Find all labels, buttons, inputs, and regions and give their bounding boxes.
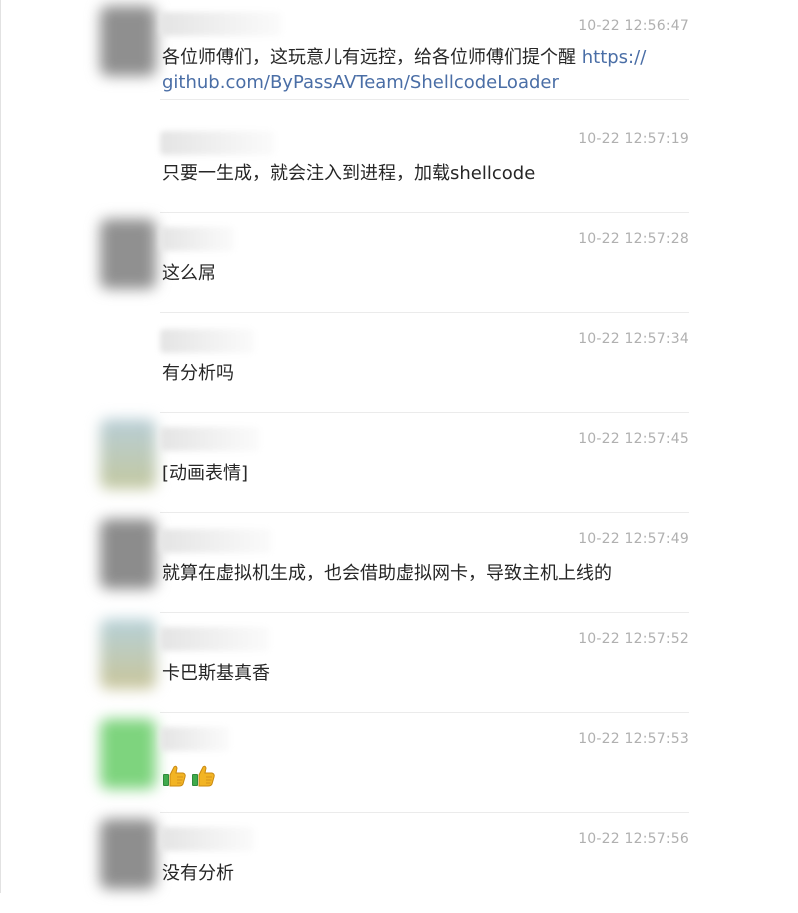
message-timestamp: 10-22 12:56:47 — [578, 18, 689, 34]
window-left-border — [0, 0, 1, 893]
sender-name-redacted — [160, 827, 255, 851]
sender-name-redacted — [160, 227, 235, 251]
message-link[interactable]: https:// — [582, 47, 647, 68]
message-text: 这么屌 — [162, 263, 216, 284]
avatar[interactable] — [100, 819, 156, 889]
sender-name-redacted — [160, 329, 255, 353]
sender-name-redacted — [160, 12, 282, 36]
chat-message: 10-22 12:57:28 这么屌 — [100, 213, 689, 313]
chat-message: 10-22 12:57:19 只要一生成，就会注入到进程，加载shellcode — [100, 113, 689, 213]
chat-message: 10-22 12:57:52 卡巴斯基真香 — [100, 613, 689, 713]
chat-message: 10-22 12:57:56 没有分析 — [100, 813, 689, 913]
message-text: 各位师傅们，这玩意儿有远控，给各位师傅们提个醒 https:// github.c… — [162, 45, 682, 95]
avatar[interactable] — [100, 419, 156, 489]
chat-message: 10-22 12:57:45 [动画表情] — [100, 413, 689, 513]
avatar[interactable] — [100, 219, 156, 289]
message-timestamp: 10-22 12:57:45 — [578, 431, 689, 447]
chat-message: 10-22 12:57:49 就算在虚拟机生成，也会借助虚拟网卡，导致主机上线的 — [100, 513, 689, 613]
message-timestamp: 10-22 12:57:56 — [578, 831, 689, 847]
avatar[interactable] — [100, 719, 156, 789]
chat-message: 10-22 12:56:47 各位师傅们，这玩意儿有远控，给各位师傅们提个醒 h… — [100, 0, 689, 100]
message-body: 各位师傅们，这玩意儿有远控，给各位师傅们提个醒 — [162, 47, 582, 68]
message-text: 有分析吗 — [162, 363, 234, 384]
sender-name-redacted — [160, 131, 275, 155]
avatar[interactable] — [100, 519, 156, 589]
message-timestamp: 10-22 12:57:28 — [578, 231, 689, 247]
message-timestamp: 10-22 12:57:34 — [578, 331, 689, 347]
sender-name-redacted — [160, 529, 272, 553]
sender-name-redacted — [160, 727, 230, 751]
message-timestamp: 10-22 12:57:19 — [578, 131, 689, 147]
chat-message: 10-22 12:57:34 有分析吗 — [100, 313, 689, 413]
message-text: 没有分析 — [162, 863, 234, 884]
emoji-group — [162, 763, 216, 788]
message-text: 只要一生成，就会注入到进程，加载shellcode — [162, 163, 536, 184]
message-text: [动画表情] — [162, 463, 249, 484]
avatar[interactable] — [100, 319, 156, 389]
message-timestamp: 10-22 12:57:49 — [578, 531, 689, 547]
sender-name-redacted — [160, 627, 270, 651]
message-timestamp: 10-22 12:57:53 — [578, 731, 689, 747]
message-text: 就算在虚拟机生成，也会借助虚拟网卡，导致主机上线的 — [162, 563, 612, 584]
thumbs-up-icon — [163, 765, 186, 787]
message-text — [162, 761, 682, 795]
message-timestamp: 10-22 12:57:52 — [578, 631, 689, 647]
message-divider — [160, 99, 689, 100]
sender-name-redacted — [160, 427, 260, 451]
thumbs-up-icon — [192, 765, 215, 787]
chat-message: 10-22 12:57:53 — [100, 713, 689, 813]
message-link-continued[interactable]: github.com/ByPassAVTeam/ShellcodeLoader — [162, 72, 559, 93]
message-text: 卡巴斯基真香 — [162, 663, 270, 684]
avatar[interactable] — [100, 619, 156, 689]
chat-message-list[interactable]: 10-22 12:56:47 各位师傅们，这玩意儿有远控，给各位师傅们提个醒 h… — [100, 0, 689, 893]
avatar[interactable] — [100, 119, 156, 189]
avatar[interactable] — [100, 6, 156, 76]
